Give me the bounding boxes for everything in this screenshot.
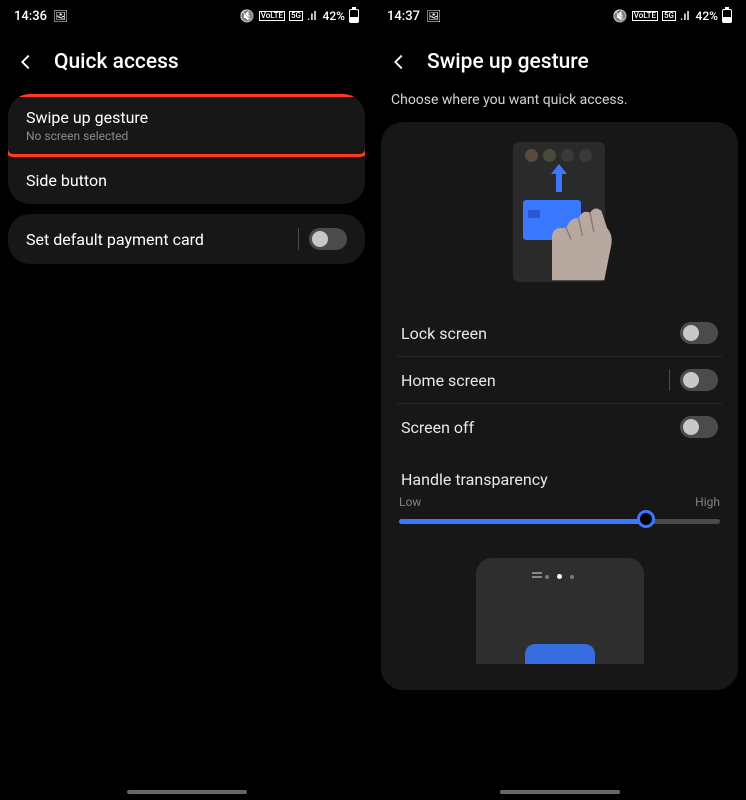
battery-percent: 42% (696, 9, 718, 23)
signal-icon (307, 9, 317, 23)
back-button[interactable] (14, 50, 38, 74)
divider (669, 369, 670, 391)
screen-quick-access: 14:36 VoLTE 5G 42% Quick access Swipe up… (0, 0, 373, 800)
mute-icon (240, 9, 255, 23)
slider-fill (399, 519, 646, 524)
divider (298, 228, 299, 250)
page-header: Quick access (0, 32, 373, 92)
preview-handle (525, 644, 595, 664)
screen-swipe-up-gesture: 14:37 VoLTE 5G 42% Swipe up gesture Choo… (373, 0, 746, 800)
page-title: Swipe up gesture (427, 50, 589, 74)
handle-preview (397, 524, 722, 664)
status-icons: VoLTE 5G 42% (240, 9, 359, 23)
back-button[interactable] (387, 50, 411, 74)
status-time: 14:36 (14, 9, 47, 24)
page-title: Quick access (54, 50, 179, 74)
signal-icon (680, 9, 690, 23)
status-icons: VoLTE 5G 42% (613, 9, 732, 23)
network-icon: 5G (662, 11, 676, 21)
mute-icon (613, 9, 628, 23)
home-screen-toggle[interactable] (680, 369, 718, 391)
slider-high-label: High (695, 495, 720, 509)
hand-icon (533, 190, 628, 285)
volte-icon: VoLTE (632, 11, 658, 21)
item-label: Swipe up gesture (26, 108, 148, 127)
toggle-label: Screen off (401, 418, 474, 437)
default-payment-item[interactable]: Set default payment card (8, 214, 365, 264)
volte-icon: VoLTE (259, 11, 285, 21)
lock-screen-toggle[interactable] (680, 322, 718, 344)
gesture-illustration (397, 136, 722, 310)
gesture-panel: Lock screen Home screen Screen off Handl… (381, 122, 738, 690)
item-subtitle: No screen selected (26, 129, 148, 143)
payment-toggle[interactable] (309, 228, 347, 250)
lock-screen-row[interactable]: Lock screen (397, 310, 722, 356)
screenshot-icon (426, 9, 441, 24)
payment-group: Set default payment card (8, 214, 365, 264)
item-label: Set default payment card (26, 230, 204, 249)
transparency-section: Handle transparency Low High (397, 450, 722, 524)
screenshot-icon (53, 9, 68, 24)
transparency-slider[interactable] (399, 519, 720, 524)
battery-percent: 42% (323, 9, 345, 23)
network-icon: 5G (289, 11, 303, 21)
swipe-up-gesture-item[interactable]: Swipe up gesture No screen selected (8, 94, 365, 157)
nav-handle[interactable] (127, 790, 247, 794)
toggle-label: Home screen (401, 371, 496, 390)
home-screen-row[interactable]: Home screen (397, 356, 722, 403)
battery-icon (349, 9, 359, 23)
status-bar: 14:36 VoLTE 5G 42% (0, 0, 373, 32)
toggle-label: Lock screen (401, 324, 487, 343)
status-bar: 14:37 VoLTE 5G 42% (373, 0, 746, 32)
page-subtitle: Choose where you want quick access. (373, 92, 746, 122)
nav-handle[interactable] (500, 790, 620, 794)
screen-off-row[interactable]: Screen off (397, 403, 722, 450)
slider-low-label: Low (399, 495, 421, 509)
quick-access-group: Swipe up gesture No screen selected Side… (8, 94, 365, 204)
side-button-item[interactable]: Side button (8, 157, 365, 204)
screen-off-toggle[interactable] (680, 416, 718, 438)
page-header: Swipe up gesture (373, 32, 746, 92)
item-label: Side button (26, 171, 107, 190)
battery-icon (722, 9, 732, 23)
status-time: 14:37 (387, 9, 420, 24)
slider-title: Handle transparency (397, 464, 722, 489)
